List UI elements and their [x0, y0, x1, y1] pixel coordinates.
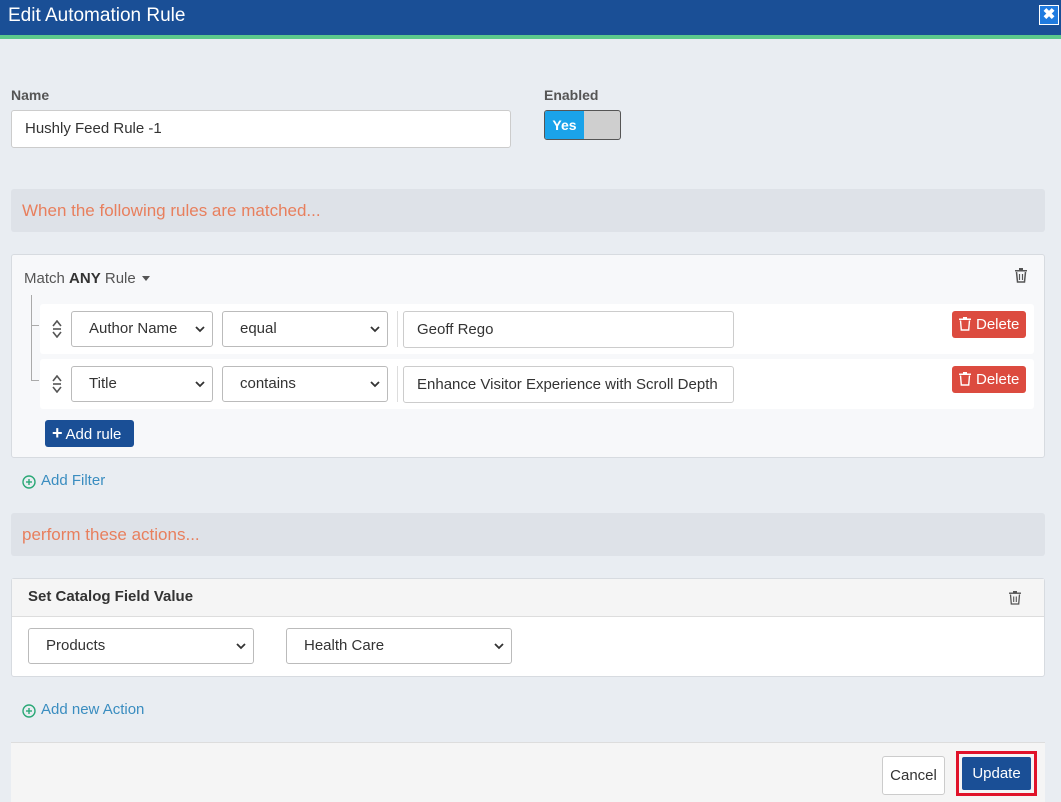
- rule-operator-value: equal: [240, 320, 277, 337]
- rule-row: Title contains Enhance Visitor Experienc…: [40, 359, 1034, 409]
- delete-rule-button[interactable]: Delete: [952, 311, 1026, 338]
- tree-connector: [31, 380, 39, 381]
- title-accent-bar: [0, 35, 1061, 39]
- chevron-down-icon: [370, 381, 380, 388]
- cancel-button[interactable]: Cancel: [882, 756, 945, 795]
- match-prefix: Match: [24, 270, 65, 287]
- rule-operator-value: contains: [240, 375, 296, 392]
- enabled-toggle[interactable]: Yes: [544, 110, 621, 140]
- trash-icon[interactable]: [1014, 268, 1028, 283]
- tree-connector: [31, 325, 39, 326]
- update-highlight: Update: [956, 751, 1037, 796]
- name-label: Name: [11, 87, 50, 103]
- chevron-down-icon: [195, 381, 205, 388]
- name-input[interactable]: Hushly Feed Rule -1: [11, 110, 511, 148]
- rule-field-value: Title: [89, 375, 117, 392]
- rule-operator-select[interactable]: contains: [222, 366, 388, 402]
- delete-label: Delete: [976, 371, 1020, 388]
- rules-section-heading: When the following rules are matched...: [11, 189, 1045, 232]
- action-card: Set Catalog Field Value Products Health …: [11, 578, 1045, 677]
- drag-sort-icon[interactable]: [52, 320, 62, 338]
- add-new-action-link[interactable]: Add new Action: [22, 701, 172, 721]
- add-filter-link[interactable]: Add Filter: [22, 472, 152, 492]
- rule-value-input[interactable]: Enhance Visitor Experience with Scroll D…: [403, 366, 734, 403]
- enabled-toggle-on-label: Yes: [545, 111, 584, 139]
- caret-down-icon: [141, 276, 150, 281]
- actions-heading-text: perform these actions...: [22, 525, 200, 544]
- plus-circle-icon: [22, 475, 36, 489]
- catalog-field-value: Products: [46, 637, 106, 654]
- add-rule-label: Add rule: [65, 426, 122, 443]
- actions-section-heading: perform these actions...: [11, 513, 1045, 556]
- chevron-down-icon: [236, 643, 246, 650]
- match-suffix: Rule: [104, 270, 136, 287]
- plus-icon: +: [52, 423, 63, 443]
- rule-row: Author Name equal Geoff Rego Delete: [40, 304, 1034, 354]
- close-button[interactable]: ✖: [1039, 5, 1059, 25]
- action-card-header: Set Catalog Field Value: [12, 579, 1044, 617]
- delete-rule-button[interactable]: Delete: [952, 366, 1026, 393]
- rule-value-input[interactable]: Geoff Rego: [403, 311, 734, 348]
- catalog-field-select[interactable]: Products: [28, 628, 254, 664]
- tree-connector: [31, 295, 32, 381]
- rule-field-select[interactable]: Author Name: [71, 311, 213, 347]
- delete-label: Delete: [976, 316, 1020, 333]
- chevron-down-icon: [370, 326, 380, 333]
- rules-heading-text: When the following rules are matched...: [22, 201, 321, 220]
- action-title: Set Catalog Field Value: [28, 588, 194, 605]
- trash-icon: [959, 317, 971, 331]
- dialog-title: Edit Automation Rule: [8, 5, 186, 26]
- enabled-label: Enabled: [544, 87, 599, 103]
- match-mode: ANY: [69, 270, 101, 287]
- add-rule-button[interactable]: + Add rule: [45, 420, 134, 447]
- rule-field-value: Author Name: [89, 320, 178, 337]
- add-filter-label: Add Filter: [41, 472, 106, 489]
- divider: [397, 311, 398, 347]
- rule-operator-select[interactable]: equal: [222, 311, 388, 347]
- trash-icon[interactable]: [1009, 591, 1021, 605]
- dialog-title-bar: Edit Automation Rule ✖: [0, 0, 1061, 35]
- close-icon: ✖: [1042, 6, 1056, 23]
- trash-icon: [959, 372, 971, 386]
- catalog-value-value: Health Care: [304, 637, 385, 654]
- match-mode-dropdown[interactable]: Match ANY Rule: [24, 270, 150, 287]
- add-action-label: Add new Action: [41, 701, 145, 718]
- drag-sort-icon[interactable]: [52, 375, 62, 393]
- rule-builder: Match ANY Rule Author Name equal Geoff R…: [11, 254, 1045, 458]
- plus-circle-icon: [22, 704, 36, 718]
- chevron-down-icon: [494, 643, 504, 650]
- dialog-footer: Cancel Update: [11, 742, 1045, 802]
- catalog-value-select[interactable]: Health Care: [286, 628, 512, 664]
- chevron-down-icon: [195, 326, 205, 333]
- update-button[interactable]: Update: [962, 757, 1031, 790]
- divider: [397, 366, 398, 402]
- rule-field-select[interactable]: Title: [71, 366, 213, 402]
